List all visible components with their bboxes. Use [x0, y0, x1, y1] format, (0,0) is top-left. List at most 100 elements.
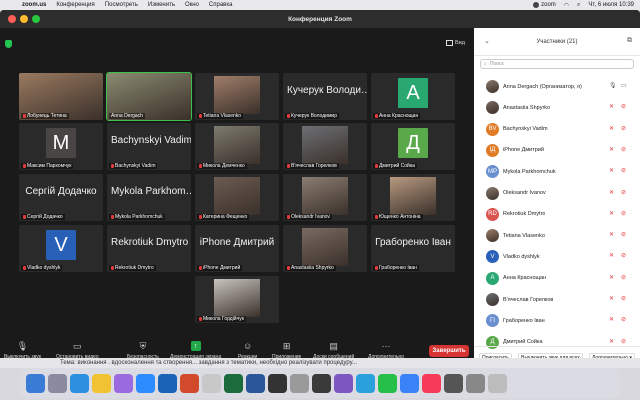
video-off-icon[interactable]: ⊘: [621, 275, 628, 281]
datetime[interactable]: Чт, 6 июля 10:39: [588, 2, 634, 8]
zoom-app-icon[interactable]: [136, 373, 155, 393]
music-icon[interactable]: [422, 373, 441, 393]
menu-app-name[interactable]: zoom.us: [22, 2, 46, 8]
video-tile[interactable]: Anna Dergach: [106, 72, 192, 121]
word-icon[interactable]: [246, 373, 265, 393]
outlook-icon[interactable]: [158, 373, 177, 393]
participant-row[interactable]: Anna Dergach (Организатор, я) 🎙 ▭: [474, 76, 640, 97]
menu-item-view[interactable]: Посмотреть: [105, 2, 138, 8]
microphone-icon[interactable]: 🎙: [609, 83, 617, 90]
powerpoint-icon[interactable]: [180, 373, 199, 393]
participant-row[interactable]: Anastasiia Shpyrko ✕ ⊘: [474, 97, 640, 118]
apple-icon[interactable]: [6, 1, 14, 9]
video-tile[interactable]: Граборенко Іван Граборенко Іван: [371, 225, 455, 272]
video-tile[interactable]: Микола Гордійчук: [195, 276, 279, 323]
muted-mic-icon[interactable]: ✕: [609, 339, 615, 346]
video-tile[interactable]: Anastasiia Shpyrko: [283, 225, 367, 272]
preview-icon[interactable]: [444, 373, 463, 393]
popout-icon[interactable]: ⧉: [627, 37, 632, 45]
video-off-icon[interactable]: ⊘: [621, 190, 628, 196]
video-tile[interactable]: Rekrotiuk Dmytro Rekrotiuk Dmytro: [107, 225, 191, 272]
video-off-icon[interactable]: ⊘: [621, 317, 628, 323]
view-button[interactable]: Вид: [446, 40, 465, 46]
excel-icon[interactable]: [224, 373, 243, 393]
zoom-window-button[interactable]: [32, 15, 40, 23]
video-tile[interactable]: Ющенко Антоніна: [371, 174, 455, 221]
search-icon[interactable]: ⌕: [577, 2, 580, 9]
launchpad-icon[interactable]: [48, 373, 67, 393]
chevron-down-icon[interactable]: ⌄: [484, 37, 490, 45]
video-off-icon[interactable]: ⊘: [621, 296, 628, 302]
safari-icon[interactable]: [70, 373, 89, 393]
video-tile[interactable]: V Vladko dyshlyk: [19, 225, 103, 272]
participant-row[interactable]: В'ячеслав Горелков ✕ ⊘: [474, 289, 640, 310]
mail-icon[interactable]: [400, 373, 419, 393]
video-off-icon[interactable]: ⊘: [621, 339, 628, 345]
participant-row[interactable]: IД iPhone Дмитрий ✕ ⊘: [474, 140, 640, 161]
video-tile[interactable]: Кучерук Володи… Кучерук Володимир: [283, 73, 367, 120]
video-tile[interactable]: Катерина Фещенко: [195, 174, 279, 221]
participant-search-input[interactable]: ⌕ Поиск: [480, 59, 634, 69]
video-off-icon[interactable]: ⊘: [621, 147, 628, 153]
participant-row[interactable]: RD Rekrotiuk Dmytro ✕ ⊘: [474, 204, 640, 225]
muted-mic-icon[interactable]: ✕: [609, 317, 615, 324]
participant-row[interactable]: BV Bachynskyi Vadim ✕ ⊘: [474, 119, 640, 140]
app-icon[interactable]: [312, 373, 331, 393]
close-window-button[interactable]: [8, 15, 16, 23]
menu-item-help[interactable]: Справка: [209, 2, 233, 8]
video-tile[interactable]: М Максим Пархомчук: [19, 123, 103, 170]
trash-icon[interactable]: [488, 373, 507, 393]
wifi-icon[interactable]: ◠: [564, 2, 569, 9]
chrome-icon[interactable]: [92, 373, 111, 393]
participant-row[interactable]: Tetiana Vlasenko ✕ ⊘: [474, 225, 640, 246]
video-tile[interactable]: Д Дмитрий Сойка: [371, 123, 455, 170]
terminal-icon[interactable]: [268, 373, 287, 393]
video-tile[interactable]: Сергій Додачко Сергій Додачко: [19, 174, 103, 221]
video-camera-icon[interactable]: ▭: [621, 83, 628, 89]
downloads-icon[interactable]: [466, 373, 485, 393]
video-tile[interactable]: Tetiana Vlasenko: [195, 73, 279, 120]
shield-icon[interactable]: [5, 40, 12, 48]
video-off-icon[interactable]: ⊘: [621, 253, 628, 259]
video-off-icon[interactable]: ⊘: [621, 126, 628, 132]
video-off-icon[interactable]: ⊘: [621, 232, 628, 238]
muted-mic-icon[interactable]: ✕: [609, 126, 615, 133]
video-off-icon[interactable]: ⊘: [621, 104, 628, 110]
menu-item-conference[interactable]: Конференция: [56, 2, 94, 8]
muted-mic-icon[interactable]: ✕: [609, 190, 615, 197]
video-tile[interactable]: Mykola Parkhom… Mykola Parkhomchuk: [107, 174, 191, 221]
muted-mic-icon[interactable]: ✕: [609, 232, 615, 239]
participant-row[interactable]: V Vladko dyshlyk ✕ ⊘: [474, 246, 640, 267]
photos-icon[interactable]: [114, 373, 133, 393]
video-tile[interactable]: Лобунець Тетяна: [19, 73, 103, 120]
video-tile[interactable]: Oleksandr Ivanov: [283, 174, 367, 221]
video-tile[interactable]: Микола Демченко: [195, 123, 279, 170]
participant-row[interactable]: Oleksandr Ivanov ✕ ⊘: [474, 183, 640, 204]
muted-mic-icon[interactable]: ✕: [609, 211, 615, 218]
settings-icon[interactable]: [290, 373, 309, 393]
calendar-icon[interactable]: [202, 373, 221, 393]
minimize-window-button[interactable]: [20, 15, 28, 23]
muted-mic-icon[interactable]: ✕: [609, 104, 615, 111]
menu-item-window[interactable]: Окно: [185, 2, 199, 8]
muted-mic-icon[interactable]: ✕: [609, 168, 615, 175]
video-off-icon[interactable]: ⊘: [621, 168, 628, 174]
menu-item-edit[interactable]: Изменить: [148, 2, 175, 8]
viber-icon[interactable]: [334, 373, 353, 393]
finder-icon[interactable]: [26, 373, 45, 393]
muted-mic-icon[interactable]: ✕: [609, 147, 615, 154]
participant-row[interactable]: MP Mykola Parkhomchuk ✕ ⊘: [474, 161, 640, 182]
muted-mic-icon[interactable]: ✕: [609, 296, 615, 303]
video-tile[interactable]: iPhone Дмитрий iPhone Дмитрий: [195, 225, 279, 272]
video-tile[interactable]: Bachynskyi Vadim Bachynskyi Vadim: [107, 123, 191, 170]
participant-row[interactable]: ГІ Граборенко Іван ✕ ⊘: [474, 310, 640, 331]
messages-icon[interactable]: [378, 373, 397, 393]
participant-row[interactable]: А Анна Краснощан ✕ ⊘: [474, 268, 640, 289]
zoom-status-indicator[interactable]: zoom: [533, 2, 556, 8]
muted-mic-icon[interactable]: ✕: [609, 253, 615, 260]
video-tile[interactable]: В'ячеслав Горелков: [283, 123, 367, 170]
video-off-icon[interactable]: ⊘: [621, 211, 628, 217]
video-tile[interactable]: А Анна Краснощан: [371, 73, 455, 120]
muted-mic-icon[interactable]: ✕: [609, 275, 615, 282]
end-meeting-button[interactable]: Завершить: [429, 345, 469, 357]
